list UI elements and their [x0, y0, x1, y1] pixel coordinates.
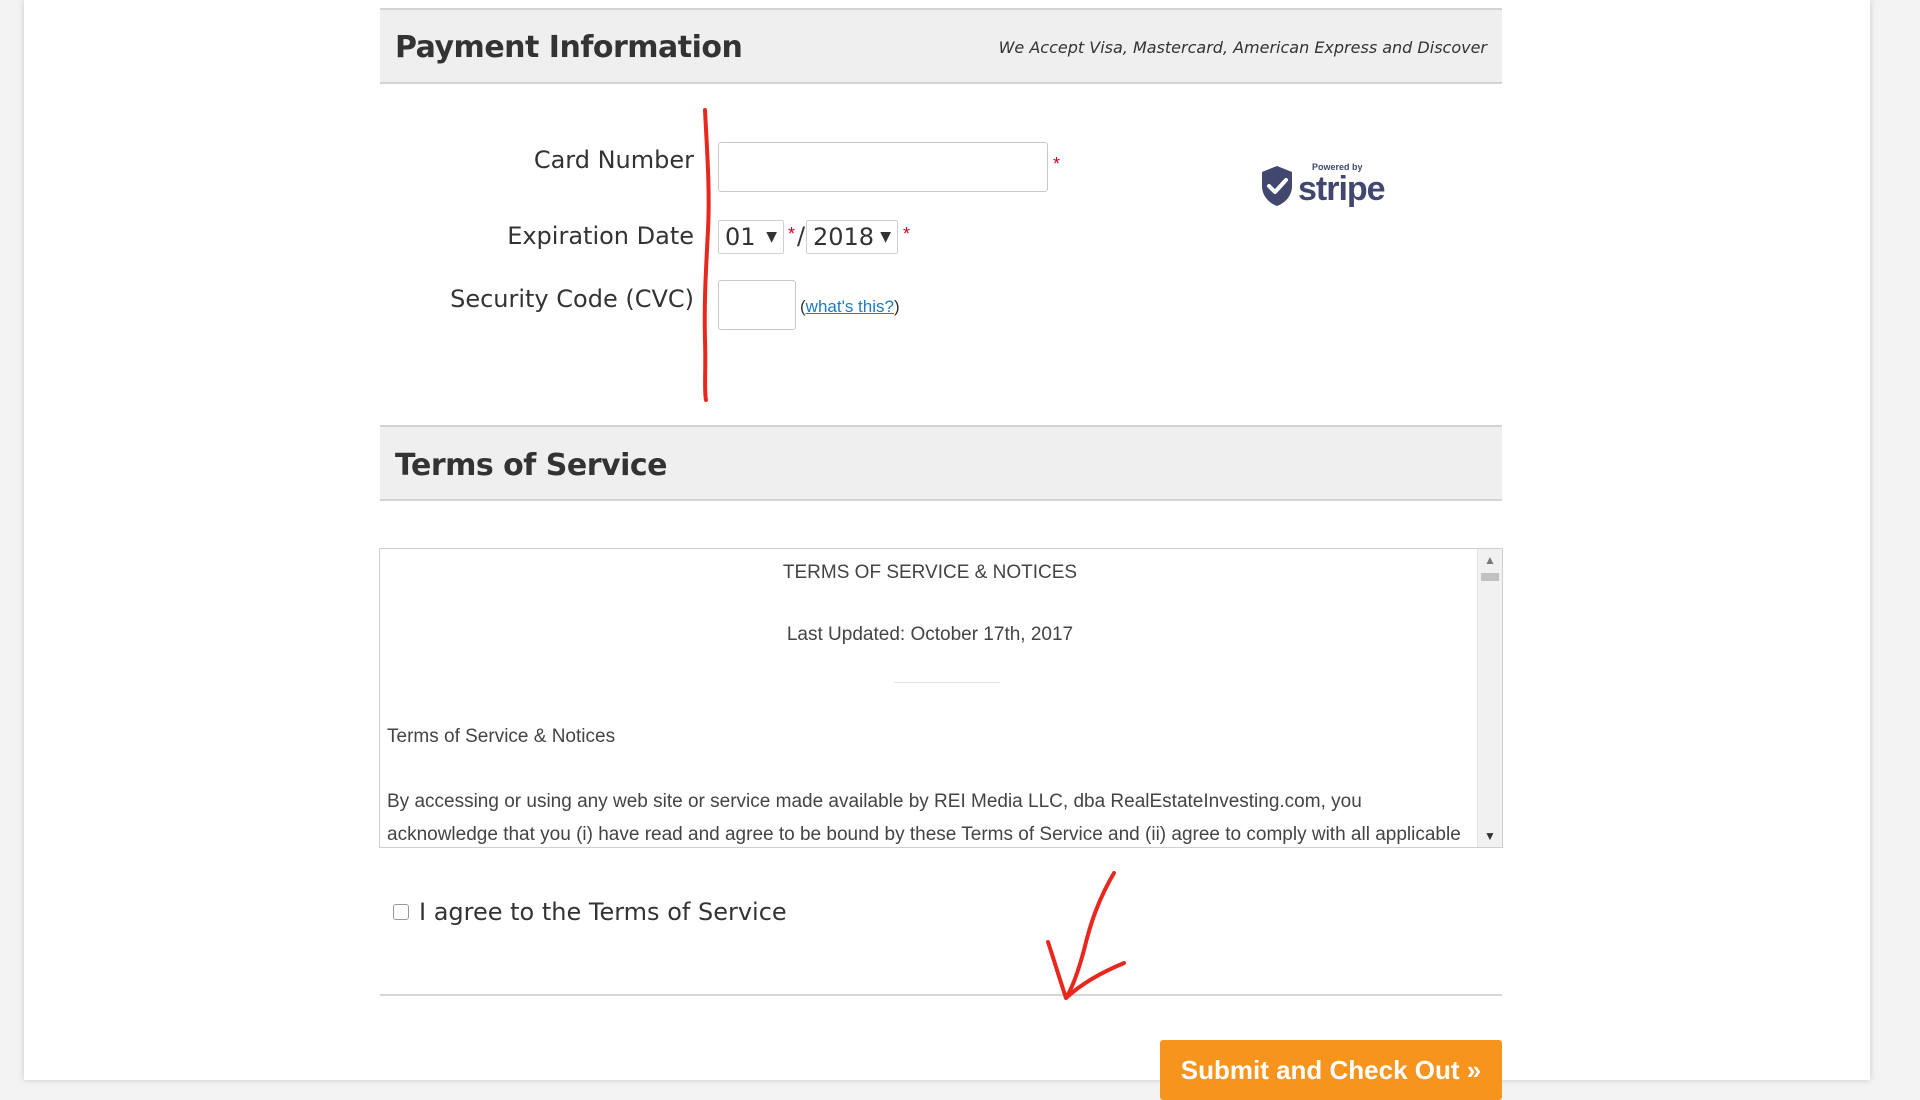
expiration-year-required-marker: * [903, 224, 911, 244]
terms-doc-heading: TERMS OF SERVICE & NOTICES [782, 562, 1078, 583]
chevron-down-icon: ▼ [766, 229, 777, 245]
expiration-year-select[interactable]: 2018 ▼ [806, 220, 898, 254]
terms-scroll-box[interactable]: TERMS OF SERVICE & NOTICES Last Updated:… [379, 548, 1503, 848]
expiration-date-label: Expiration Date [507, 222, 694, 250]
terms-paragraph: By accessing or using any web site or se… [387, 791, 1461, 845]
terms-scrollbar[interactable]: ▲ ▼ [1477, 549, 1502, 847]
agree-terms-checkbox[interactable] [393, 904, 409, 920]
expiration-separator: / [797, 222, 806, 250]
expiration-month-value: 01 [725, 223, 756, 251]
security-code-label: Security Code (CVC) [450, 285, 694, 313]
card-number-required-marker: * [1053, 154, 1061, 174]
terms-section-header: Terms of Service [380, 425, 1502, 501]
terms-divider [894, 682, 1000, 683]
terms-section-title: Terms of Service [395, 448, 668, 483]
security-code-input[interactable] [718, 280, 796, 330]
agree-terms-label[interactable]: I agree to the Terms of Service [419, 898, 787, 926]
accepted-cards-note: We Accept Visa, Mastercard, American Exp… [998, 38, 1487, 57]
chevron-down-icon: ▼ [880, 229, 891, 245]
terms-last-updated: Last Updated: October 17th, 2017 [786, 624, 1074, 645]
scroll-up-icon[interactable]: ▲ [1484, 553, 1496, 567]
payment-section-title: Payment Information [395, 30, 743, 65]
stripe-badge: Powered by stripe [1260, 160, 1386, 210]
card-number-input[interactable] [718, 142, 1048, 192]
submit-checkout-button[interactable]: Submit and Check Out » [1160, 1040, 1502, 1100]
card-number-label: Card Number [533, 146, 694, 174]
expiration-month-select[interactable]: 01 ▼ [718, 220, 784, 254]
whats-this-help: (what's this?) [800, 297, 900, 316]
terms-subheading: Terms of Service & Notices [387, 726, 616, 747]
whats-this-link[interactable]: what's this? [806, 297, 894, 316]
shield-check-icon [1262, 166, 1292, 206]
expiration-year-value: 2018 [813, 223, 875, 251]
expiration-month-required-marker: * [788, 224, 796, 244]
scrollbar-thumb[interactable] [1481, 573, 1499, 581]
scroll-down-icon[interactable]: ▼ [1484, 829, 1496, 843]
form-divider [380, 994, 1502, 996]
payment-section-header: Payment Information We Accept Visa, Mast… [380, 8, 1502, 84]
stripe-wordmark: stripe [1298, 170, 1386, 208]
